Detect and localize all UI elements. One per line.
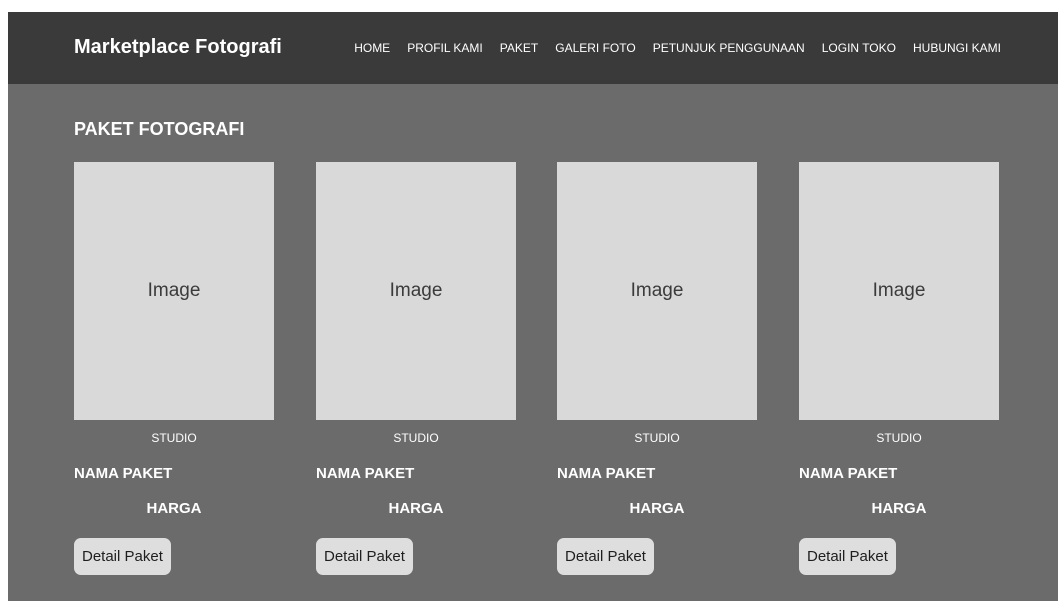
main-nav: HOME PROFIL KAMI PAKET GALERI FOTO PETUN… [354,41,1001,55]
package-image-placeholder: Image [316,162,516,420]
package-card: Image STUDIO NAMA PAKET HARGA Detail Pak… [799,162,999,592]
detail-paket-button[interactable]: Detail Paket [316,538,413,575]
nav-paket[interactable]: PAKET [500,41,538,55]
package-category: STUDIO [876,431,922,445]
detail-paket-button[interactable]: Detail Paket [557,538,654,575]
section-title: PAKET FOTOGRAFI [74,119,245,139]
package-card: Image STUDIO NAMA PAKET HARGA Detail Pak… [316,162,516,592]
package-price: HARGA [871,500,927,517]
package-name: NAMA PAKET [799,465,898,482]
nav-galeri-foto[interactable]: GALERI FOTO [555,41,635,55]
package-price: HARGA [629,500,685,517]
package-price: HARGA [146,500,202,517]
package-card: Image STUDIO NAMA PAKET HARGA Detail Pak… [74,162,274,592]
package-image-placeholder: Image [74,162,274,420]
top-navbar: Marketplace Fotografi HOME PROFIL KAMI P… [8,12,1058,84]
nav-petunjuk-penggunaan[interactable]: PETUNJUK PENGGUNAAN [653,41,805,55]
package-price: HARGA [388,500,444,517]
package-image-placeholder: Image [799,162,999,420]
package-name: NAMA PAKET [74,465,173,482]
nav-profil-kami[interactable]: PROFIL KAMI [407,41,483,55]
nav-home[interactable]: HOME [354,41,390,55]
brand-logo[interactable]: Marketplace Fotografi [74,36,282,59]
package-category: STUDIO [151,431,197,445]
package-category: STUDIO [634,431,680,445]
package-image-placeholder: Image [557,162,757,420]
package-card: Image STUDIO NAMA PAKET HARGA Detail Pak… [557,162,757,592]
package-category: STUDIO [393,431,439,445]
nav-login-toko[interactable]: LOGIN TOKO [822,41,896,55]
package-name: NAMA PAKET [316,465,415,482]
package-name: NAMA PAKET [557,465,656,482]
page-frame: Marketplace Fotografi HOME PROFIL KAMI P… [8,12,1058,601]
detail-paket-button[interactable]: Detail Paket [799,538,896,575]
nav-hubungi-kami[interactable]: HUBUNGI KAMI [913,41,1001,55]
detail-paket-button[interactable]: Detail Paket [74,538,171,575]
